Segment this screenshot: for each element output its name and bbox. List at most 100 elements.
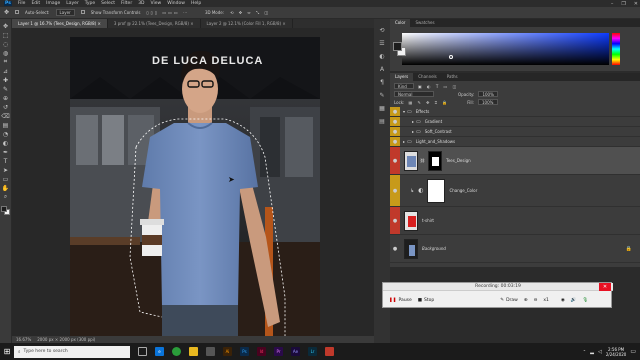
fill-field[interactable]: 100% — [477, 99, 498, 105]
filter-icons[interactable]: ▣ ◐ T ▭ ◫ — [418, 84, 458, 89]
blend-mode-dropdown[interactable]: Normal — [394, 91, 434, 97]
eraser-icon[interactable]: ⌫ — [1, 112, 9, 120]
tab-color[interactable]: Color — [390, 19, 411, 27]
shape-icon[interactable]: ▭ — [2, 175, 10, 183]
zoom-icon[interactable]: ⌕ — [2, 193, 10, 201]
eye-icon[interactable]: ● — [390, 127, 400, 136]
minimize-button[interactable]: – — [611, 1, 614, 7]
stamp-icon[interactable]: ⊕ — [2, 94, 10, 102]
libraries-icon[interactable]: ▤ — [379, 118, 385, 125]
edge-icon[interactable]: e — [155, 347, 164, 356]
microphone-icon[interactable]: 🎙 — [582, 298, 588, 303]
document-canvas[interactable]: DE LUCA DELUCA ➤ — [70, 37, 320, 339]
layer-mask-thumbnail[interactable] — [427, 178, 446, 203]
notifications-icon[interactable]: ▭ — [630, 348, 636, 355]
tab-channels[interactable]: Channels — [413, 73, 442, 81]
toolbar-color-swatches[interactable] — [1, 206, 10, 215]
marquee-icon[interactable]: ⬚ — [2, 31, 10, 39]
menu-help[interactable]: Help — [191, 1, 201, 6]
task-view-icon[interactable] — [138, 347, 147, 356]
eye-icon[interactable]: ● — [390, 117, 400, 126]
character-icon[interactable]: A — [380, 66, 384, 73]
eyedropper-icon[interactable]: ⊿ — [2, 67, 10, 75]
color-picker-field[interactable] — [402, 33, 609, 65]
zoom-level[interactable]: 16.67% — [16, 337, 31, 342]
layer-row[interactable]: ● t-shirt — [390, 207, 640, 235]
tab-layers[interactable]: Layers — [390, 73, 414, 81]
color-picker-cursor[interactable] — [449, 55, 453, 59]
layer-row[interactable]: ● Background 🔒 — [390, 235, 640, 263]
menu-select[interactable]: Select — [101, 1, 115, 6]
chevron-down-icon[interactable]: ▾ — [403, 109, 405, 114]
pen-icon[interactable]: ✒ — [2, 148, 10, 156]
eye-icon[interactable]: ● — [390, 175, 400, 206]
foreground-color-swatch[interactable] — [393, 42, 402, 51]
paragraph-icon[interactable]: ¶ — [380, 79, 384, 86]
brush-settings-icon[interactable]: ✎ — [379, 92, 384, 99]
move-icon[interactable]: ✥ — [2, 22, 10, 30]
quick-select-icon[interactable]: ◍ — [2, 49, 10, 57]
photoshop-icon[interactable]: Ps — [240, 347, 249, 356]
windows-start-icon[interactable]: ⊞ — [0, 343, 14, 360]
speaker-icon[interactable]: 🔊 — [571, 298, 577, 303]
dodge-icon[interactable]: ◐ — [2, 139, 10, 147]
menu-type[interactable]: Type — [85, 1, 95, 6]
history-brush-icon[interactable]: ↺ — [2, 103, 10, 111]
eye-icon[interactable]: ● — [390, 137, 400, 146]
taskbar-search-box[interactable]: ⌕ Type here to search — [14, 345, 130, 358]
show-transform-checkbox[interactable] — [80, 10, 85, 15]
swatches-icon[interactable]: ▦ — [379, 105, 385, 112]
pause-button[interactable]: ❚❚ Pause — [389, 298, 412, 303]
layer-row[interactable]: ● ▸ ▭ Gradient — [390, 117, 640, 127]
align-icons[interactable]: ▯▯▯ ▭▭▭ ⋯ — [146, 10, 188, 15]
mode-3d-icons[interactable]: ⟲ ✥ ⇔ ⤡ ◫ — [230, 10, 270, 15]
path-select-icon[interactable]: ➤ — [2, 166, 10, 174]
lasso-icon[interactable]: ◌ — [2, 40, 10, 48]
auto-select-dropdown[interactable]: Layer — [55, 9, 75, 16]
indesign-icon[interactable]: Id — [257, 347, 266, 356]
eye-icon[interactable]: ● — [390, 207, 400, 234]
hue-slider[interactable] — [612, 33, 620, 65]
layer-row[interactable]: ● ▾ ▭ Effects — [390, 107, 640, 117]
eye-icon[interactable]: ● — [390, 235, 400, 262]
healing-icon[interactable]: ✚ — [2, 76, 10, 84]
chevron-right-icon[interactable]: ▸ — [412, 119, 414, 124]
menu-3d[interactable]: 3D — [138, 1, 144, 6]
tab-paths[interactable]: Paths — [442, 73, 463, 81]
tab-document-3[interactable]: Layer 2 @ 12.1% (Color Fill 1, RGB/8) × — [201, 19, 293, 28]
lock-icons[interactable]: ▦ ✎ ✥ ⌗ 🔒 — [408, 100, 449, 105]
store-icon[interactable] — [206, 347, 215, 356]
maximize-button[interactable]: ❐ — [621, 1, 625, 7]
tab-document-1[interactable]: Layer 1 @ 16.7% (Tees_Design, RGB/8) × — [12, 19, 108, 28]
lightroom-icon[interactable]: Lr — [308, 347, 317, 356]
menu-view[interactable]: View — [151, 1, 162, 6]
blur-icon[interactable]: ◔ — [2, 130, 10, 138]
taskbar-clock[interactable]: 2:56 PM 2/24/2020 — [606, 347, 627, 357]
hand-icon[interactable]: ✋ — [2, 184, 10, 192]
network-icon[interactable]: ▂ — [590, 349, 594, 355]
layer-row[interactable]: ● ⛓ Tees_Design — [390, 147, 640, 175]
layer-row[interactable]: ● ↳ ◐ Change_Color — [390, 175, 640, 207]
crop-icon[interactable]: ⌗ — [2, 58, 10, 66]
adjustments-icon[interactable]: ◐ — [379, 53, 384, 60]
close-button[interactable]: ✕ — [634, 1, 638, 7]
layer-row[interactable]: ● ▸ ▭ Soft_Contrast — [390, 127, 640, 137]
zoom-in-icon[interactable]: ⊕ — [524, 298, 528, 303]
after-effects-icon[interactable]: Ae — [291, 347, 300, 356]
tray-arrow-icon[interactable]: ⌃ — [583, 349, 586, 354]
eye-icon[interactable]: ● — [390, 147, 400, 174]
move-tool-icon[interactable]: ✥ — [4, 9, 9, 16]
illustrator-icon[interactable]: Ai — [223, 347, 232, 356]
menu-image[interactable]: Image — [46, 1, 60, 6]
eye-icon[interactable]: ● — [390, 107, 400, 116]
file-explorer-icon[interactable] — [189, 347, 198, 356]
webcam-icon[interactable]: ◉ — [561, 298, 565, 303]
menu-edit[interactable]: Edit — [31, 1, 40, 6]
layer-filter-kind[interactable]: Kind — [394, 83, 414, 89]
menu-layer[interactable]: Layer — [66, 1, 79, 6]
opacity-field[interactable]: 100% — [478, 91, 499, 97]
brush-icon[interactable]: ✎ — [2, 85, 10, 93]
draw-button[interactable]: ✎ Draw — [500, 298, 518, 303]
recorder-close-button[interactable]: ✕ — [599, 283, 611, 291]
auto-select-checkbox[interactable] — [15, 10, 20, 15]
